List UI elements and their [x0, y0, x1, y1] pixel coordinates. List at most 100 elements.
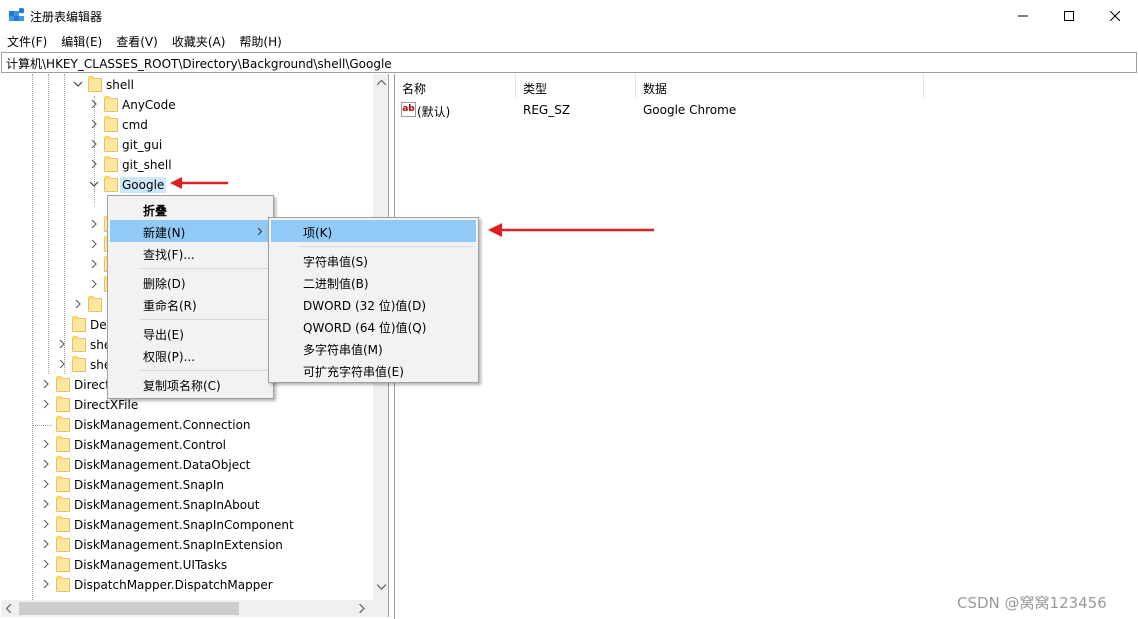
chevron-right-icon[interactable]: [41, 559, 51, 569]
tree-item-git-gui[interactable]: git_gui: [1, 135, 371, 155]
tree-item-diskmgmt-snapinabout[interactable]: DiskManagement.SnapInAbout: [1, 495, 371, 515]
tree-item-hidden[interactable]: [1, 235, 118, 255]
menu-edit[interactable]: 编辑(E): [54, 31, 109, 51]
tree-item-anycode[interactable]: AnyCode: [1, 95, 371, 115]
chevron-right-icon[interactable]: [89, 279, 99, 289]
chevron-right-icon[interactable]: [41, 439, 51, 449]
tree-item-she-1[interactable]: she: [1, 335, 111, 355]
tree-item-direct[interactable]: Direct: [1, 375, 110, 395]
folder-icon: [56, 376, 70, 392]
menu-item-permissions[interactable]: 权限(P)...: [110, 344, 271, 366]
menu-item-copy-key-name[interactable]: 复制项名称(C): [110, 373, 271, 395]
scroll-left-icon[interactable]: [6, 604, 12, 613]
tree-item-hidden[interactable]: [1, 275, 118, 295]
tree-item-diskmgmt-dataobject[interactable]: DiskManagement.DataObject: [1, 455, 371, 475]
scrollbar-thumb[interactable]: [19, 602, 239, 615]
chevron-right-icon[interactable]: [41, 459, 51, 469]
tree-item-diskmgmt-snapinextension[interactable]: DiskManagement.SnapInExtension: [1, 535, 371, 555]
chevron-right-icon[interactable]: [89, 119, 99, 129]
submenu-item-expandable-string-value[interactable]: 可扩充字符串值(E): [271, 359, 476, 381]
annotation-arrow-submenu: [488, 223, 654, 237]
minimize-button[interactable]: [1000, 0, 1046, 31]
column-header-label: 数据: [643, 82, 668, 96]
chevron-right-icon[interactable]: [57, 339, 67, 349]
chevron-right-icon[interactable]: [41, 399, 51, 409]
chevron-right-icon[interactable]: [89, 219, 99, 229]
menu-item-label: 删除(D): [143, 277, 186, 291]
chevron-down-icon[interactable]: [73, 79, 83, 89]
chevron-right-icon[interactable]: [41, 539, 51, 549]
menu-help[interactable]: 帮助(H): [232, 31, 288, 51]
menu-item-find[interactable]: 查找(F)...: [110, 242, 271, 264]
menu-separator: [299, 246, 474, 247]
chevron-right-icon[interactable]: [41, 379, 51, 389]
tree-item-hidden[interactable]: [1, 295, 111, 315]
chevron-right-icon[interactable]: [41, 499, 51, 509]
tree-item-diskmgmt-uitasks[interactable]: DiskManagement.UITasks: [1, 555, 371, 575]
tree-item-diskmgmt-control[interactable]: DiskManagement.Control: [1, 435, 371, 455]
tree-horizontal-scrollbar[interactable]: [1, 600, 388, 617]
menu-view[interactable]: 查看(V): [109, 31, 165, 51]
folder-icon: [88, 296, 102, 312]
tree-item-de[interactable]: De: [1, 315, 109, 335]
submenu-item-multi-string-value[interactable]: 多字符串值(M): [271, 337, 476, 359]
column-header-label: 名称: [402, 82, 427, 96]
chevron-right-icon[interactable]: [89, 239, 99, 249]
menu-item-label: 新建(N): [143, 226, 186, 240]
chevron-right-icon[interactable]: [73, 299, 83, 309]
tree-item-label: DiskManagement.SnapInAbout: [74, 498, 260, 512]
menu-item-label: 权限(P)...: [143, 350, 196, 364]
chevron-right-icon[interactable]: [57, 359, 67, 369]
menu-file[interactable]: 文件(F): [0, 31, 54, 51]
window-title: 注册表编辑器: [30, 10, 103, 24]
tree-item-shell[interactable]: shell: [1, 75, 371, 95]
tree-item-label: git_gui: [122, 138, 163, 152]
tree-item-label: DiskManagement.SnapIn: [74, 478, 224, 492]
submenu-item-key[interactable]: 项(K): [271, 220, 476, 242]
menu-item-new[interactable]: 新建(N): [110, 220, 271, 242]
value-name: (默认): [417, 105, 451, 119]
chevron-right-icon[interactable]: [89, 259, 99, 269]
chevron-right-icon[interactable]: [89, 139, 99, 149]
tree-item-cmd[interactable]: cmd: [1, 115, 371, 135]
menu-favorites[interactable]: 收藏夹(A): [165, 31, 233, 51]
menu-bar: 文件(F) 编辑(E) 查看(V) 收藏夹(A) 帮助(H): [0, 31, 1138, 51]
submenu-item-dword-value[interactable]: DWORD (32 位)值(D): [271, 293, 476, 315]
menu-item-label: 复制项名称(C): [143, 379, 221, 393]
folder-icon: [56, 476, 70, 492]
scroll-up-icon[interactable]: [377, 80, 386, 86]
submenu-item-qword-value[interactable]: QWORD (64 位)值(Q): [271, 315, 476, 337]
tree-item-label: DiskManagement.SnapInComponent: [74, 518, 294, 532]
menu-item-collapse[interactable]: 折叠: [110, 198, 271, 220]
value-row[interactable]: (默认) REG_SZ Google Chrome: [395, 100, 915, 120]
tree-item-diskmgmt-connection[interactable]: DiskManagement.Connection: [1, 415, 371, 435]
submenu-item-binary-value[interactable]: 二进制值(B): [271, 271, 476, 293]
close-button[interactable]: [1092, 0, 1138, 31]
address-bar[interactable]: 计算机\HKEY_CLASSES_ROOT\Directory\Backgrou…: [1, 52, 1137, 73]
scroll-right-icon[interactable]: [359, 604, 365, 613]
chevron-right-icon[interactable]: [41, 479, 51, 489]
menu-item-export[interactable]: 导出(E): [110, 322, 271, 344]
tree-item-label: DirectXFile: [74, 398, 139, 412]
tree-item-she-2[interactable]: she: [1, 355, 111, 375]
values-pane[interactable]: 名称 类型 数据 ab (默认) REG_SZ Google Chrome: [394, 74, 1138, 619]
maximize-button[interactable]: [1046, 0, 1092, 31]
tree-item-diskmgmt-snapincomponent[interactable]: DiskManagement.SnapInComponent: [1, 515, 371, 535]
column-header-type[interactable]: 类型: [516, 74, 636, 98]
chevron-right-icon[interactable]: [41, 519, 51, 529]
tree-item-hidden[interactable]: [1, 215, 118, 235]
tree-item-hidden[interactable]: [1, 255, 118, 275]
tree-item-git-shell[interactable]: git_shell: [1, 155, 371, 175]
chevron-right-icon[interactable]: [89, 159, 99, 169]
menu-item-delete[interactable]: 删除(D): [110, 271, 271, 293]
menu-item-rename[interactable]: 重命名(R): [110, 293, 271, 315]
tree-item-diskmgmt-snapin[interactable]: DiskManagement.SnapIn: [1, 475, 371, 495]
chevron-right-icon[interactable]: [89, 99, 99, 109]
chevron-down-icon[interactable]: [89, 179, 99, 189]
column-header-data[interactable]: 数据: [636, 74, 924, 98]
scroll-down-icon[interactable]: [377, 584, 386, 590]
submenu-item-string-value[interactable]: 字符串值(S): [271, 249, 476, 271]
tree-item-dispatchmapper[interactable]: DispatchMapper.DispatchMapper: [1, 575, 371, 595]
column-header-name[interactable]: 名称: [395, 74, 516, 98]
chevron-right-icon[interactable]: [41, 579, 51, 589]
